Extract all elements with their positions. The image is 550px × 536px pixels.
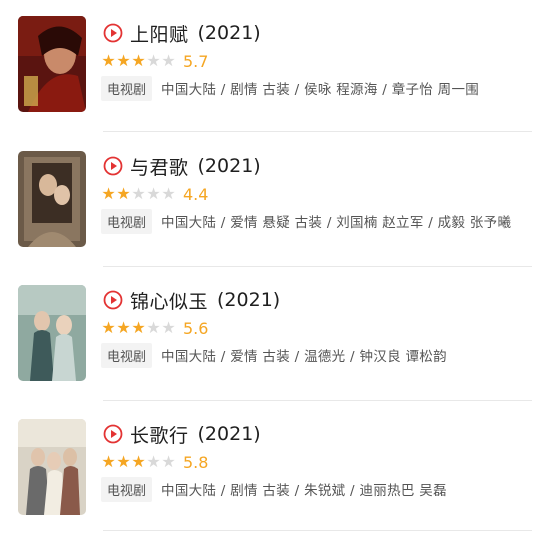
star-icon: ★ <box>101 452 116 471</box>
star-icon: ★ <box>101 318 116 337</box>
title-row[interactable]: 与君歌 (2021) <box>103 151 261 181</box>
star-icon: ★ <box>131 318 146 337</box>
poster-image[interactable] <box>18 419 86 515</box>
star-icon: ★ <box>131 452 146 471</box>
rating-row: ★ ★ ★ ★ ★ 4.4 <box>101 183 208 205</box>
list-item[interactable]: 长歌行 (2021) ★ ★ ★ ★ ★ 5.8 电视剧 中国大陆 / 剧情 古… <box>0 402 550 536</box>
type-tag: 电视剧 <box>101 75 153 101</box>
year: (2021) <box>217 289 281 311</box>
divider <box>103 400 532 401</box>
divider <box>103 266 532 267</box>
rating-row: ★ ★ ★ ★ ★ 5.7 <box>101 50 208 72</box>
type-tag: 电视剧 <box>101 342 153 368</box>
title-row[interactable]: 上阳赋 (2021) <box>103 18 261 48</box>
star-icon: ★ <box>146 318 161 337</box>
meta-info: 中国大陆 / 剧情 古装 / 侯咏 程源海 / 章子怡 周一围 <box>161 82 480 98</box>
title[interactable]: 与君歌 <box>130 153 189 180</box>
year: (2021) <box>197 155 261 177</box>
poster-image[interactable] <box>18 16 86 112</box>
type-tag: 电视剧 <box>101 476 153 502</box>
star-rating: ★ ★ ★ ★ ★ <box>101 186 176 202</box>
meta-row: 电视剧 中国大陆 / 爱情 悬疑 古装 / 刘国楠 赵立军 / 成毅 张予曦 <box>101 208 511 234</box>
star-icon: ★ <box>101 184 116 203</box>
star-icon: ★ <box>161 452 176 471</box>
star-icon: ★ <box>131 51 146 70</box>
play-icon <box>103 156 123 176</box>
year: (2021) <box>197 423 261 445</box>
divider <box>103 131 532 132</box>
title[interactable]: 长歌行 <box>130 421 189 448</box>
star-rating: ★ ★ ★ ★ ★ <box>101 320 176 336</box>
score: 5.6 <box>183 318 209 338</box>
star-icon: ★ <box>116 184 131 203</box>
year: (2021) <box>197 22 261 44</box>
poster-image[interactable] <box>18 285 86 381</box>
star-rating: ★ ★ ★ ★ ★ <box>101 454 176 470</box>
star-icon: ★ <box>131 184 146 203</box>
divider <box>103 530 532 531</box>
poster-image[interactable] <box>18 151 86 247</box>
star-icon: ★ <box>116 452 131 471</box>
rating-row: ★ ★ ★ ★ ★ 5.6 <box>101 317 208 339</box>
star-icon: ★ <box>101 51 116 70</box>
meta-row: 电视剧 中国大陆 / 爱情 古装 / 温德光 / 钟汉良 谭松韵 <box>101 342 447 368</box>
star-icon: ★ <box>161 184 176 203</box>
star-rating: ★ ★ ★ ★ ★ <box>101 53 176 69</box>
meta-info: 中国大陆 / 爱情 古装 / 温德光 / 钟汉良 谭松韵 <box>161 349 447 365</box>
score: 4.4 <box>183 184 209 204</box>
rating-row: ★ ★ ★ ★ ★ 5.8 <box>101 451 208 473</box>
star-icon: ★ <box>116 51 131 70</box>
list-item[interactable]: 锦心似玉 (2021) ★ ★ ★ ★ ★ 5.6 电视剧 中国大陆 / 爱情 … <box>0 268 550 402</box>
play-icon <box>103 290 123 310</box>
list-item[interactable]: 与君歌 (2021) ★ ★ ★ ★ ★ 4.4 电视剧 中国大陆 / 爱情 悬… <box>0 134 550 268</box>
meta-info: 中国大陆 / 爱情 悬疑 古装 / 刘国楠 赵立军 / 成毅 张予曦 <box>161 215 512 231</box>
title-row[interactable]: 长歌行 (2021) <box>103 419 261 449</box>
star-icon: ★ <box>161 51 176 70</box>
meta-info: 中国大陆 / 剧情 古装 / 朱锐斌 / 迪丽热巴 吴磊 <box>161 483 447 499</box>
star-icon: ★ <box>146 51 161 70</box>
star-icon: ★ <box>146 452 161 471</box>
star-icon: ★ <box>161 318 176 337</box>
type-tag: 电视剧 <box>101 208 153 234</box>
list-item[interactable]: 上阳赋 (2021) ★ ★ ★ ★ ★ 5.7 电视剧 中国大陆 / 剧情 古… <box>0 0 550 134</box>
star-icon: ★ <box>146 184 161 203</box>
meta-row: 电视剧 中国大陆 / 剧情 古装 / 朱锐斌 / 迪丽热巴 吴磊 <box>101 476 447 502</box>
meta-row: 电视剧 中国大陆 / 剧情 古装 / 侯咏 程源海 / 章子怡 周一围 <box>101 75 479 101</box>
title-row[interactable]: 锦心似玉 (2021) <box>103 285 280 315</box>
play-icon <box>103 23 123 43</box>
star-icon: ★ <box>116 318 131 337</box>
title[interactable]: 锦心似玉 <box>130 287 208 314</box>
movie-list: 上阳赋 (2021) ★ ★ ★ ★ ★ 5.7 电视剧 中国大陆 / 剧情 古… <box>0 0 550 533</box>
score: 5.7 <box>183 51 209 71</box>
title[interactable]: 上阳赋 <box>130 20 189 47</box>
play-icon <box>103 424 123 444</box>
score: 5.8 <box>183 452 209 472</box>
